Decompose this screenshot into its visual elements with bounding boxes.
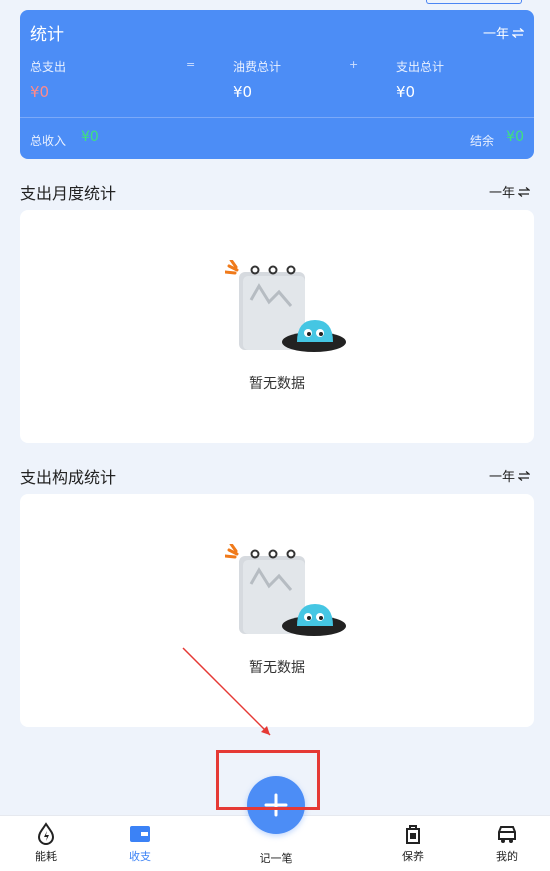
income-value: ¥0	[81, 129, 99, 145]
add-record-label: 记一笔	[259, 852, 293, 865]
composition-period-selector[interactable]: 一年	[489, 466, 530, 485]
oil-can-icon	[406, 825, 420, 844]
monthly-section-title: 支出月度统计	[20, 184, 117, 203]
empty-data-illustration	[225, 260, 346, 352]
nav-income-expense-label: 收支	[129, 850, 151, 863]
energy-drop-icon	[37, 822, 55, 845]
total-expense-value: ¥0	[30, 83, 50, 101]
swap-icon	[512, 27, 524, 38]
nav-maintenance[interactable]: 保养	[383, 822, 443, 864]
stats-card: 统计 一年 总支出 ¥0 = 油费总计 ¥0 + 支出总计 ¥0 总收入 ¥0 …	[20, 10, 534, 159]
other-total-label: 支出总计	[396, 60, 445, 74]
stats-divider	[20, 117, 534, 118]
composition-chart-panel: 暂无数据	[20, 494, 534, 727]
nav-maintenance-label: 保养	[402, 850, 424, 863]
empty-data-text: 暂无数据	[249, 660, 305, 676]
monthly-period-label: 一年	[488, 186, 515, 201]
nav-income-expense[interactable]: 收支	[110, 822, 170, 864]
stats-period-selector[interactable]: 一年	[483, 23, 524, 42]
equals-sign: =	[186, 58, 196, 71]
nav-energy[interactable]: 能耗	[16, 822, 76, 864]
annotation-highlight-box	[216, 750, 320, 810]
monthly-period-selector[interactable]: 一年	[489, 182, 530, 201]
composition-section-title: 支出构成统计	[20, 468, 117, 487]
wallet-icon	[130, 826, 150, 842]
nav-energy-label: 能耗	[35, 850, 57, 863]
nav-mine[interactable]: 我的	[477, 822, 537, 864]
swap-icon	[518, 186, 530, 197]
car-icon	[498, 826, 516, 843]
balance-label: 结余	[469, 134, 494, 148]
total-expense-label: 总支出	[30, 60, 67, 74]
period-label: 一年	[482, 27, 509, 42]
monthly-chart-panel: 暂无数据	[20, 210, 534, 443]
composition-period-label: 一年	[488, 470, 515, 485]
balance-value: ¥0	[506, 129, 524, 145]
empty-data-text: 暂无数据	[249, 376, 305, 392]
fuel-total-label: 油费总计	[233, 60, 282, 74]
nav-mine-label: 我的	[496, 850, 518, 863]
income-label: 总收入	[30, 134, 67, 148]
fuel-total-value: ¥0	[233, 83, 253, 101]
other-total-value: ¥0	[396, 83, 416, 101]
top-tab-indicator	[426, 0, 522, 4]
empty-data-illustration	[225, 544, 346, 636]
swap-icon	[518, 470, 530, 481]
plus-sign: +	[349, 58, 359, 71]
stats-title: 统计	[30, 25, 64, 45]
